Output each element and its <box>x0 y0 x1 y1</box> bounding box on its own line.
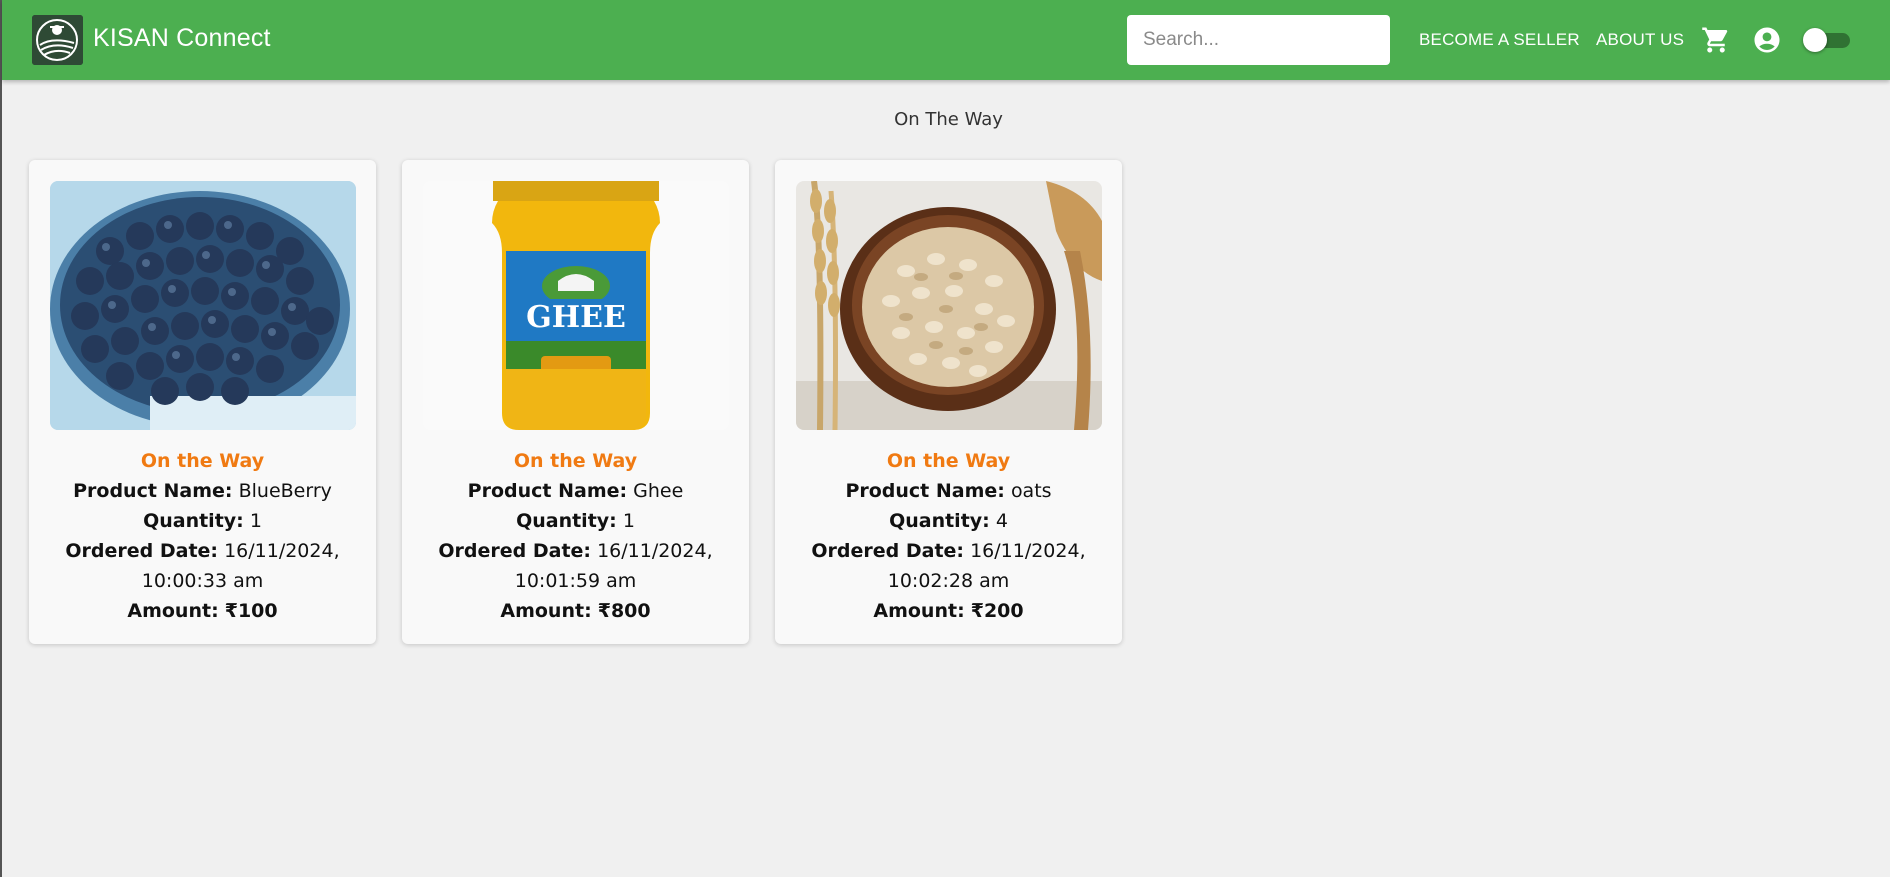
product-name-line: Product Name: Ghee <box>422 476 729 506</box>
amount-line: Amount: ₹200 <box>795 596 1102 626</box>
quantity-value: 1 <box>622 510 635 532</box>
page-title: On The Way <box>894 109 1003 130</box>
amount-value: ₹200 <box>970 600 1024 622</box>
order-details: On the Way Product Name: oats Quantity: … <box>795 446 1102 626</box>
product-name-value: BlueBerry <box>238 480 332 502</box>
toggle-thumb[interactable] <box>1803 28 1827 52</box>
quantity-label: Quantity: <box>889 510 990 532</box>
product-name-value: Ghee <box>633 480 684 502</box>
ordered-date-label: Ordered Date: <box>65 540 219 562</box>
account-circle-icon[interactable] <box>1752 25 1782 55</box>
product-image-oats <box>796 181 1102 430</box>
order-details: On the Way Product Name: BlueBerry Quant… <box>49 446 356 626</box>
product-name-line: Product Name: BlueBerry <box>49 476 356 506</box>
ordered-date-label: Ordered Date: <box>438 540 592 562</box>
product-name-label: Product Name: <box>73 480 233 502</box>
logo-icon[interactable] <box>32 15 83 65</box>
ordered-date-line: Ordered Date: 16/11/2024, 10:00:33 am <box>49 536 356 596</box>
brand-title[interactable]: KISAN Connect <box>93 24 271 53</box>
order-status: On the Way <box>886 450 1011 472</box>
become-seller-link[interactable]: BECOME A SELLER <box>1419 30 1580 50</box>
product-name-value: oats <box>1010 480 1052 502</box>
app-bar: KISAN Connect BECOME A SELLER ABOUT US <box>2 0 1890 80</box>
ordered-date-line: Ordered Date: 16/11/2024, 10:01:59 am <box>422 536 729 596</box>
quantity-value: 4 <box>995 510 1008 532</box>
amount-label: Amount: <box>127 600 219 622</box>
search-input[interactable] <box>1127 15 1390 65</box>
product-image-ghee: GHEE <box>423 181 729 430</box>
quantity-value: 1 <box>249 510 262 532</box>
quantity-line: Quantity: 1 <box>422 506 729 536</box>
theme-toggle[interactable] <box>1803 28 1850 52</box>
product-image-blueberry <box>50 181 356 430</box>
product-name-label: Product Name: <box>467 480 628 502</box>
order-card: On the Way Product Name: BlueBerry Quant… <box>29 160 376 644</box>
ordered-date-label: Ordered Date: <box>811 540 965 562</box>
order-card: GHEE On the Way Product Name: Ghee Quant… <box>402 160 749 644</box>
product-name-line: Product Name: oats <box>795 476 1102 506</box>
cart-icon[interactable] <box>1701 25 1731 55</box>
amount-value: ₹100 <box>224 600 278 622</box>
amount-line: Amount: ₹100 <box>49 596 356 626</box>
about-us-link[interactable]: ABOUT US <box>1596 30 1684 50</box>
quantity-label: Quantity: <box>516 510 617 532</box>
order-status: On the Way <box>513 450 638 472</box>
order-details: On the Way Product Name: Ghee Quantity: … <box>422 446 729 626</box>
amount-label: Amount: <box>500 600 592 622</box>
amount-value: ₹800 <box>597 600 651 622</box>
amount-label: Amount: <box>873 600 965 622</box>
order-status: On the Way <box>140 450 265 472</box>
order-card: On the Way Product Name: oats Quantity: … <box>775 160 1122 644</box>
quantity-line: Quantity: 4 <box>795 506 1102 536</box>
svg-text:GHEE: GHEE <box>526 300 626 335</box>
quantity-label: Quantity: <box>143 510 244 532</box>
ordered-date-line: Ordered Date: 16/11/2024, 10:02:28 am <box>795 536 1102 596</box>
product-name-label: Product Name: <box>845 480 1005 502</box>
amount-line: Amount: ₹800 <box>422 596 729 626</box>
quantity-line: Quantity: 1 <box>49 506 356 536</box>
